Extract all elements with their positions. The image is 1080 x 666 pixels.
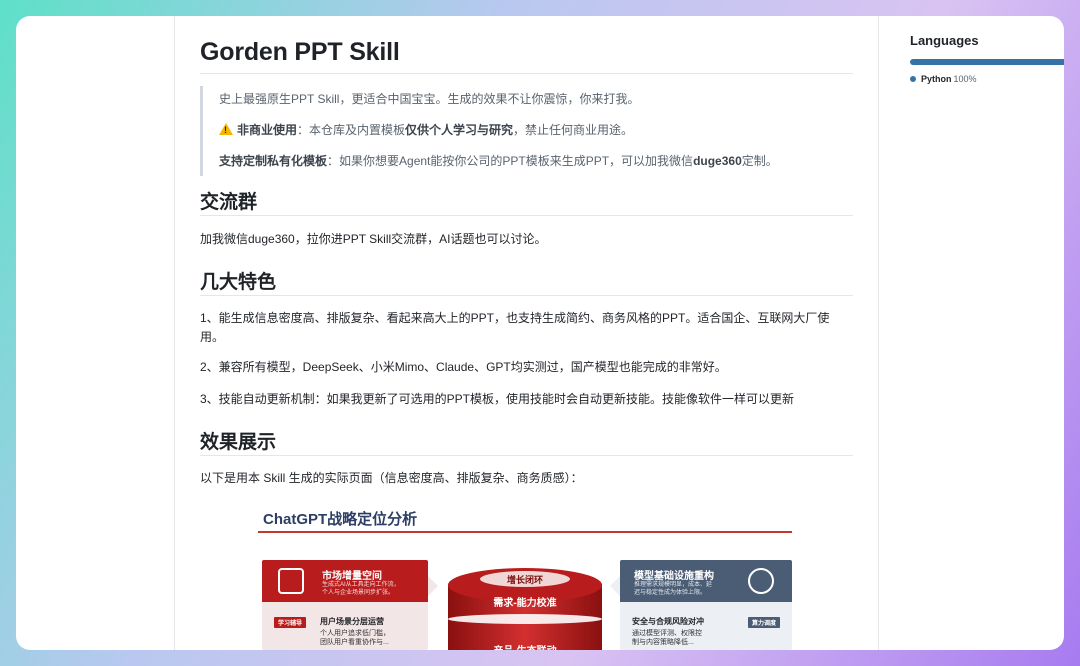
language-python-link[interactable]: Python 100% xyxy=(910,74,977,84)
quote-line-1: 史上最强原生PPT Skill，更适合中国宝宝。生成的效果不让你震惊，你来打我。 xyxy=(219,92,640,106)
language-bar xyxy=(910,59,1064,65)
python-color-dot-icon xyxy=(910,76,916,82)
subtitle-line: 迟与稳定性成为体验上限。 xyxy=(634,590,707,596)
custom-template-label: 支持定制私有化模板 xyxy=(219,154,328,168)
warning-icon xyxy=(219,123,233,135)
cylinder-label-2: 产品-生态联动 xyxy=(448,642,602,650)
quote-line-3: 支持定制私有化模板：如果你想要Agent能按你公司的PPT模板来生成PPT，可以… xyxy=(219,152,778,169)
quote-line-2: 非商业使用：本仓库及内置模板仅供个人学习与研究，禁止任何商业用途。 xyxy=(219,121,633,138)
subtitle-line: 推理需求规模明显，成本、延 xyxy=(634,582,713,588)
infra-card-subtitle: 推理需求规模明显，成本、延 迟与稳定性成为体验上限。 xyxy=(634,581,712,597)
blockquote: 史上最强原生PPT Skill，更适合中国宝宝。生成的效果不让你震惊，你来打我。… xyxy=(200,86,853,176)
quote-bold: 仅供个人学习与研究 xyxy=(405,123,514,137)
heading-divider xyxy=(200,215,853,216)
market-card-tag: 学习辅导 xyxy=(274,617,307,628)
infra-card-title: 模型基础设施重构 xyxy=(634,571,714,582)
slide-title: ChatGPT战略定位分析 xyxy=(263,511,418,528)
cylinder-top-label: 增长闭环 xyxy=(506,575,543,585)
heading-divider xyxy=(200,455,853,456)
market-card-title: 市场增量空间 xyxy=(322,571,382,582)
market-card: 市场增量空间 生成式AI从工具走向工作流， 个人与企业场景同步扩张。 学习辅导 用… xyxy=(262,560,428,650)
preview-slide-image: ChatGPT战略定位分析 市场增量空间 生成式AI从工具走向工作流， 个人与企业… xyxy=(258,508,792,650)
quote-text: ：如果你想要Agent能按你公司的PPT模板来生成PPT，可以加我微信 xyxy=(327,154,694,168)
heading-showcase: 效果展示 xyxy=(200,432,277,453)
infra-card-tag: 算力调度 xyxy=(747,617,780,628)
quote-text: ，禁止任何商业用途。 xyxy=(513,123,634,137)
market-card-item-title: 用户场景分层运营 xyxy=(320,617,384,626)
heading-features: 几大特色 xyxy=(200,272,277,293)
slide-title-underline xyxy=(258,531,792,533)
right-divider xyxy=(878,16,879,650)
cylinder-band xyxy=(448,614,602,624)
feature-item-1: 1、能生成信息密度高、排版复杂、看起来高大上的PPT，也支持生成简约、商务风格的… xyxy=(200,311,830,344)
paragraph: 以下是用本 Skill 生成的实际页面（信息密度高、排版复杂、商务质感）： xyxy=(200,471,583,485)
item-line: 团队用户看重协作与... xyxy=(320,639,389,646)
browser-window: Gorden PPT Skill 史上最强原生PPT Skill，更适合中国宝宝… xyxy=(16,16,1064,650)
wechat-id: duge360 xyxy=(693,154,742,168)
item-line: 通过模型评测、权限控 xyxy=(632,630,702,637)
title-divider xyxy=(200,73,853,74)
chart-up-icon xyxy=(278,568,304,594)
infra-card-header: 模型基础设施重构 推理需求规模明显，成本、延 迟与稳定性成为体验上限。 xyxy=(620,560,792,602)
link-icon xyxy=(748,568,774,594)
market-card-item-text: 个人用户追求低门槛， 团队用户看重协作与... xyxy=(320,629,390,647)
infra-card-item-title: 安全与合规风险对冲 xyxy=(632,617,704,626)
item-line: 个人用户追求低门槛， xyxy=(320,630,390,637)
language-name: Python xyxy=(921,74,952,84)
language-percent: 100% xyxy=(953,74,977,84)
languages-title: Languages xyxy=(910,33,979,48)
left-divider xyxy=(174,16,175,650)
paragraph: 加我微信duge360，拉你进PPT Skill交流群，AI话题也可以讨论。 xyxy=(200,232,547,246)
arrow-right-icon xyxy=(428,576,438,596)
heading-group: 交流群 xyxy=(200,192,258,213)
market-card-header: 市场增量空间 生成式AI从工具走向工作流， 个人与企业场景同步扩张。 xyxy=(262,560,428,602)
market-card-subtitle: 生成式AI从工具走向工作流， 个人与企业场景同步扩张。 xyxy=(322,581,400,597)
subtitle-line: 个人与企业场景同步扩张。 xyxy=(322,590,395,596)
infra-card-item-text: 通过模型评测、权限控 制与内容策略降低... xyxy=(632,629,702,647)
infra-card: 模型基础设施重构 推理需求规模明显，成本、延 迟与稳定性成为体验上限。 算力调度 … xyxy=(620,560,792,650)
feature-item-2: 2、兼容所有模型，DeepSeek、小米Mimo、Claude、GPT均实测过，… xyxy=(200,360,727,374)
feature-item-3: 3、技能自动更新机制：如果我更新了可选用的PPT模板，使用技能时会自动更新技能。… xyxy=(200,392,795,406)
quote-text: ：本仓库及内置模板 xyxy=(297,123,406,137)
non-commercial-label: 非商业使用 xyxy=(237,123,298,137)
readme-title: Gorden PPT Skill xyxy=(200,38,400,66)
quote-text: 定制。 xyxy=(741,154,778,168)
cylinder-label-1: 需求-能力校准 xyxy=(493,598,557,609)
growth-cylinder: 增长闭环 需求-能力校准 产品-生态联动 xyxy=(448,556,602,650)
item-line: 制与内容策略降低... xyxy=(632,639,694,646)
heading-divider xyxy=(200,295,853,296)
arrow-left-icon xyxy=(610,576,620,596)
subtitle-line: 生成式AI从工具走向工作流， xyxy=(322,582,400,588)
